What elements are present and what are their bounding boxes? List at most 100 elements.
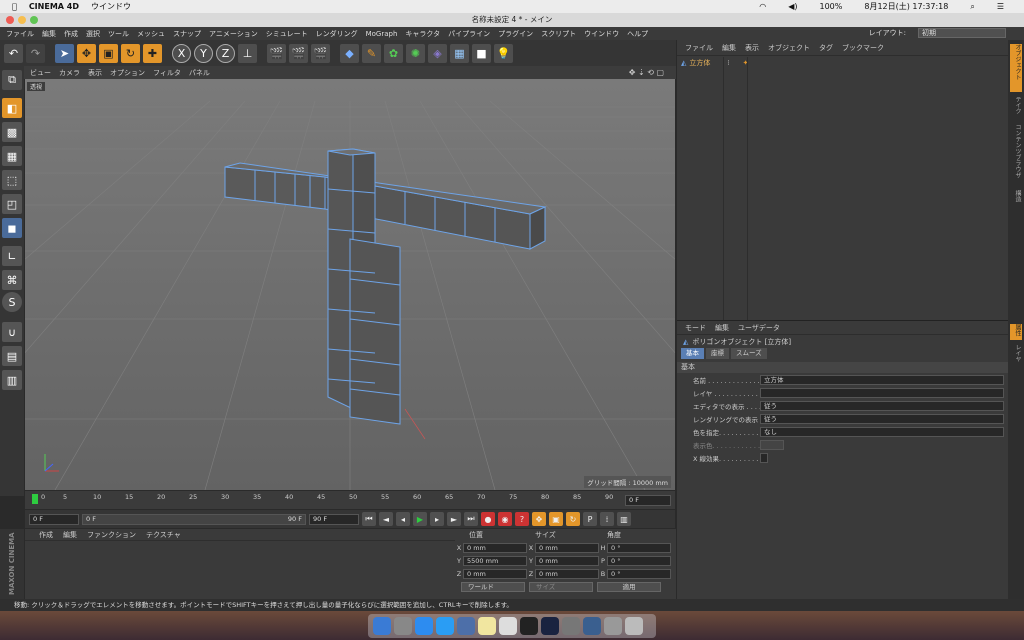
editor-visibility-dropdown[interactable]: 従う — [760, 401, 1004, 411]
y-axis-icon[interactable]: Y — [194, 43, 213, 63]
object-menu-objects[interactable]: オブジェクト — [768, 43, 810, 53]
object-menu-view[interactable]: 表示 — [745, 43, 759, 53]
scale-tool-icon[interactable]: ▣ — [99, 43, 118, 63]
launchpad-icon[interactable] — [394, 617, 412, 635]
kindle-icon[interactable] — [520, 617, 538, 635]
menu-character[interactable]: キャラクタ — [405, 29, 440, 39]
add-object-icon[interactable]: ✚ — [143, 43, 162, 63]
render-picture-viewer-icon[interactable]: 🎬 — [289, 43, 308, 63]
move-tool-icon[interactable]: ✥ — [77, 43, 96, 63]
layer-field[interactable] — [760, 388, 1004, 398]
use-color-dropdown[interactable]: なし — [760, 427, 1004, 437]
light-icon[interactable]: 💡 — [494, 43, 513, 63]
go-to-end-icon[interactable]: ⏭ — [464, 512, 478, 526]
model-mode-icon[interactable]: ◧ — [2, 98, 22, 118]
viewport-menu-filter[interactable]: フィルタ — [153, 68, 181, 78]
redo-icon[interactable]: ↷ — [26, 43, 45, 63]
camera-icon[interactable]: ■ — [472, 43, 491, 63]
axis-icon[interactable]: ∟ — [2, 246, 22, 266]
menu-help[interactable]: ヘルプ — [627, 29, 648, 39]
lock-workplane-icon[interactable]: ▤ — [2, 346, 22, 366]
wifi-icon[interactable]: ◠ — [759, 2, 766, 11]
menu-file[interactable]: ファイル — [6, 29, 34, 39]
menu-render[interactable]: レンダリング — [316, 29, 358, 39]
object-menu-tags[interactable]: タグ — [819, 43, 833, 53]
visibility-icon[interactable]: ⁞ — [727, 59, 729, 67]
notes-icon[interactable] — [478, 617, 496, 635]
magnet-icon[interactable]: ∪ — [2, 322, 22, 342]
render-settings-icon[interactable]: 🎬 — [311, 43, 330, 63]
folder-icon[interactable] — [604, 617, 622, 635]
minimize-icon[interactable] — [18, 16, 26, 24]
record-icon[interactable]: ● — [481, 512, 495, 526]
trash-icon[interactable] — [625, 617, 643, 635]
next-key-icon[interactable]: ► — [447, 512, 461, 526]
previous-frame-icon[interactable]: ◂ — [396, 512, 410, 526]
edges-mode-icon[interactable]: ◰ — [2, 194, 22, 214]
workplane-icon[interactable]: ▦ — [2, 146, 22, 166]
menu-tools[interactable]: ツール — [108, 29, 129, 39]
tab-content-browser[interactable]: コンテンツブラウザ — [1010, 124, 1022, 194]
size-mode-dropdown[interactable]: サイズ — [529, 582, 593, 592]
points-mode-icon[interactable]: ⬚ — [2, 170, 22, 190]
screenshot-icon[interactable] — [583, 617, 601, 635]
apply-button[interactable]: 適用 — [597, 582, 661, 592]
tab-coordinates[interactable]: 座標 — [706, 348, 729, 359]
viewport-menu-display[interactable]: 表示 — [88, 68, 102, 78]
object-menu-edit[interactable]: 編集 — [722, 43, 736, 53]
clock[interactable]: 8月12日(土) 17:37:18 — [864, 1, 948, 12]
menu-window[interactable]: ウインドウ — [584, 29, 619, 39]
tab-takes[interactable]: テイク — [1010, 96, 1022, 120]
material-menu-edit[interactable]: 編集 — [63, 530, 77, 540]
timeline-window-icon[interactable]: ▥ — [617, 512, 631, 526]
size-z-field[interactable]: 0 mm — [535, 569, 599, 579]
rotate-tool-icon[interactable]: ↻ — [121, 43, 140, 63]
point-level-key-icon[interactable]: ⁞ — [600, 512, 614, 526]
textedit-icon[interactable] — [499, 617, 517, 635]
current-frame-field[interactable]: 0 F — [625, 495, 671, 506]
x-axis-icon[interactable]: X — [172, 43, 191, 63]
previous-key-icon[interactable]: ◄ — [379, 512, 393, 526]
app-store-icon[interactable] — [415, 617, 433, 635]
viewport-menu-view[interactable]: ビュー — [30, 68, 51, 78]
make-editable-icon[interactable]: ⧉ — [2, 70, 22, 90]
object-list-item[interactable]: ◭ 立方体 ⁞ ✦ — [681, 58, 749, 68]
select-tool-icon[interactable]: ➤ — [55, 43, 74, 63]
menu-list-icon[interactable]: ☰ — [997, 2, 1004, 11]
menu-snap[interactable]: スナップ — [173, 29, 201, 39]
object-menu-file[interactable]: ファイル — [685, 43, 713, 53]
menu-simulate[interactable]: シミュレート — [266, 29, 308, 39]
menu-pipeline[interactable]: パイプライン — [448, 29, 490, 39]
system-preferences-icon[interactable] — [562, 617, 580, 635]
floor-icon[interactable]: ▦ — [450, 43, 469, 63]
cube-icon[interactable]: ◆ — [340, 43, 359, 63]
undo-icon[interactable]: ↶ — [4, 43, 23, 63]
parameter-key-icon[interactable]: P — [583, 512, 597, 526]
end-frame-field[interactable]: 90 F — [309, 513, 359, 525]
rotation-p-field[interactable]: 0 ° — [607, 556, 671, 566]
viewport-menu-camera[interactable]: カメラ — [59, 68, 80, 78]
preview-range-slider[interactable]: 0 F 90 F — [82, 513, 306, 525]
material-menu-texture[interactable]: テクスチャ — [146, 530, 181, 540]
go-to-start-icon[interactable]: ⏮ — [362, 512, 376, 526]
display-color-swatch[interactable] — [760, 440, 784, 450]
position-key-icon[interactable]: ✥ — [532, 512, 546, 526]
close-icon[interactable] — [6, 16, 14, 24]
tab-basic[interactable]: 基本 — [681, 348, 704, 359]
search-icon[interactable]: ⌕ — [970, 2, 974, 12]
world-dropdown[interactable]: ワールド — [461, 582, 525, 592]
object-name[interactable]: 立方体 — [689, 58, 710, 68]
subdivision-icon[interactable]: ✿ — [384, 43, 403, 63]
material-menu-function[interactable]: ファンクション — [87, 530, 136, 540]
render-view-icon[interactable]: 🎬 — [267, 43, 286, 63]
zoom-icon[interactable] — [30, 16, 38, 24]
tab-attributes[interactable]: 属性 — [1010, 324, 1022, 340]
render-visibility-dropdown[interactable]: 従う — [760, 414, 1004, 424]
menu-create[interactable]: 作成 — [64, 29, 78, 39]
xray-checkbox[interactable] — [760, 453, 768, 463]
tab-objects[interactable]: オブジェクト — [1010, 44, 1022, 92]
menu-mesh[interactable]: メッシュ — [137, 29, 165, 39]
preview-icon[interactable] — [457, 617, 475, 635]
attribute-menu-userdata[interactable]: ユーザデータ — [738, 323, 780, 333]
position-x-field[interactable]: 0 mm — [463, 543, 527, 553]
